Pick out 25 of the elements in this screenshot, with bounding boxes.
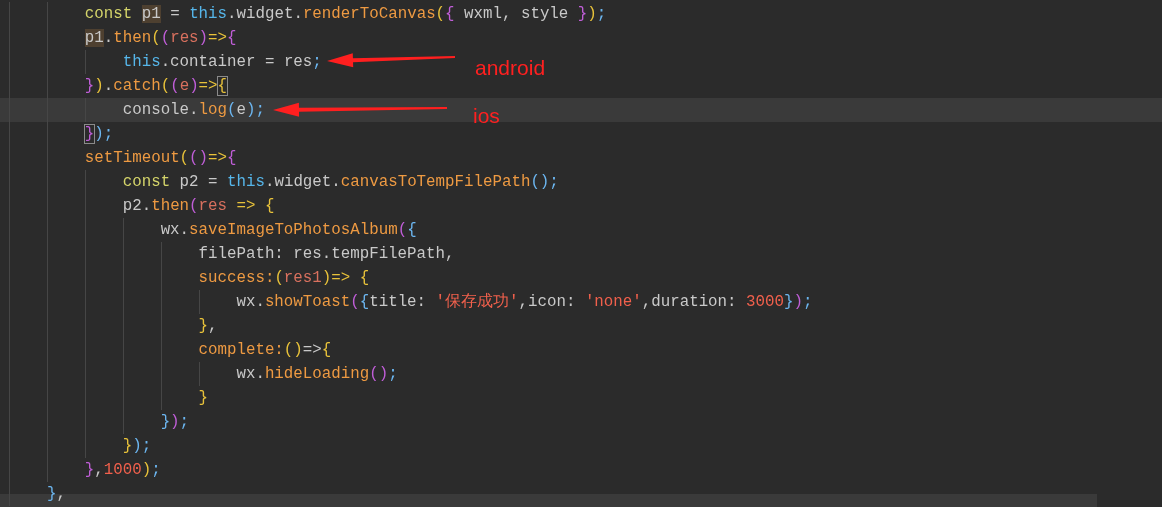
arrow-icon [327, 53, 455, 68]
code-line: }, [46, 484, 66, 504]
code-line: }); [160, 412, 190, 432]
code-line: const p2 = this.widget.canvasToTempFilePath(); [122, 172, 559, 192]
code-line: }).catch((e)=>{ [84, 76, 228, 96]
annotation-label: ios [473, 104, 500, 128]
code-line: filePath: res.tempFilePath, [198, 244, 455, 264]
code-line: wx.saveImageToPhotosAlbum({ [160, 220, 417, 240]
code-line: } [198, 388, 208, 408]
annotation-label: android [475, 56, 546, 80]
code-line: setTimeout(()=>{ [84, 148, 237, 168]
code-line: wx.hideLoading(); [236, 364, 398, 384]
code-line: this.container = res; [122, 52, 322, 72]
code-line: console.log(e); [122, 100, 265, 120]
code-line: const p1 = this.widget.renderToCanvas({ wxml, style }); [84, 4, 607, 24]
code-line: }, [198, 316, 218, 336]
arrow-icon [273, 102, 447, 117]
code-line: }); [84, 124, 114, 144]
code-line: },1000); [84, 460, 161, 480]
code-line: p1.then((res)=>{ [84, 28, 237, 48]
code-line: wx.showToast({title: '保存成功',icon: 'none',duration: 3000}); [236, 292, 813, 312]
code-line: p2.then(res => { [122, 196, 275, 216]
code-line: complete:()=>{ [198, 340, 332, 360]
code-line: success:(res1)=> { [198, 268, 370, 288]
code-line: }); [122, 436, 152, 456]
